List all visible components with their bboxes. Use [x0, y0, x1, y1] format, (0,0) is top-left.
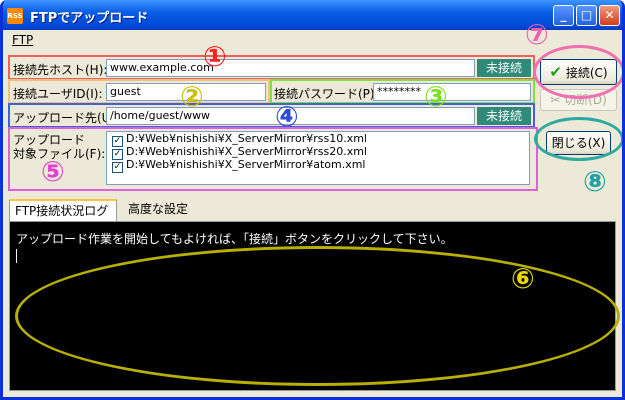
minimize-button[interactable]: _ — [553, 5, 574, 26]
annotation-number-5: ⑤ — [41, 155, 65, 188]
log-message: アップロード作業を開始してもよければ、「接続」ボタンをクリックして下さい。 — [16, 232, 453, 246]
rss-app-icon: RSS — [7, 8, 23, 24]
annotation-number-1: ① — [203, 40, 227, 73]
menu-ftp[interactable]: FTP — [12, 33, 33, 47]
annotation-number-4: ④ — [275, 100, 299, 133]
text-caret — [16, 249, 17, 263]
annotation-box-1 — [8, 55, 535, 80]
annotation-ellipse-7 — [533, 45, 622, 99]
annotation-number-3: ③ — [424, 80, 448, 113]
annotation-number-6: ⑥ — [511, 262, 535, 295]
annotation-box-3 — [270, 79, 535, 104]
window-title: FTPでアップロード — [30, 11, 149, 26]
annotation-box-4 — [8, 103, 535, 128]
annotation-number-7: ⑦ — [525, 18, 549, 51]
tab-advanced-settings[interactable]: 高度な設定 — [123, 199, 193, 221]
annotation-box-2 — [8, 79, 270, 104]
tab-ftp-log[interactable]: FTP接続状況ログ — [9, 199, 117, 221]
annotation-ellipse-8 — [534, 117, 622, 161]
annotation-number-8: ⑧ — [583, 165, 607, 198]
ftp-upload-window: RSS FTPでアップロード _ □ ✕ FTP 接続先ホスト(H): www.… — [0, 0, 625, 400]
close-window-button[interactable]: ✕ — [599, 5, 620, 26]
maximize-button[interactable]: □ — [576, 5, 597, 26]
annotation-number-2: ② — [180, 80, 204, 113]
annotation-box-5 — [8, 127, 538, 191]
